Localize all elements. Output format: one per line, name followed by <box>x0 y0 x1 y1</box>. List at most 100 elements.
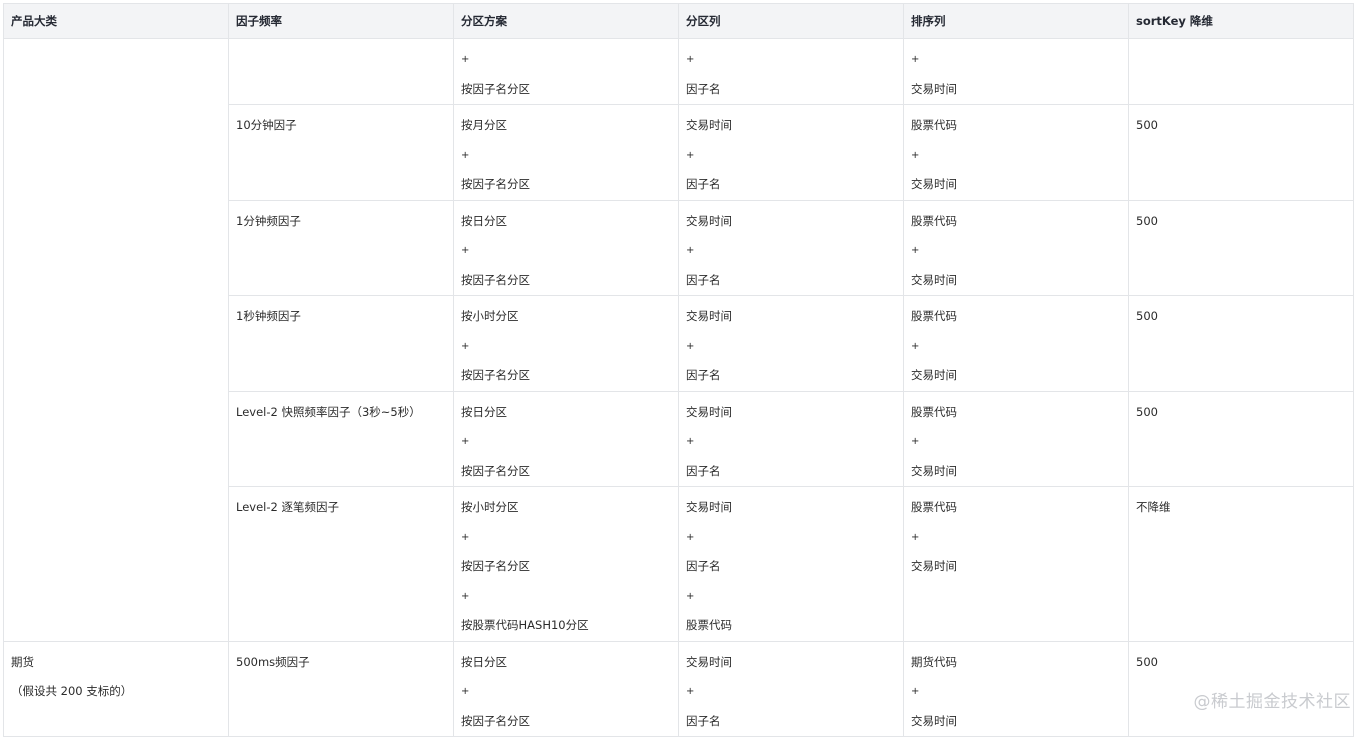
partcol-line: 因子名 <box>686 463 721 478</box>
scheme-line: 按因子名分区 <box>461 272 530 287</box>
plus-sign: + <box>461 245 470 256</box>
plus-sign: + <box>911 436 920 447</box>
sortcol-line: 交易时间 <box>911 463 957 478</box>
plus-sign: + <box>461 686 470 697</box>
freq-cell: 1秒钟频因子 <box>228 295 454 392</box>
sortcol-line: 交易时间 <box>911 177 957 191</box>
sortcol-line: 股票代码 <box>911 118 957 132</box>
plus-sign: + <box>686 590 695 602</box>
scheme-line: 按小时分区 <box>461 309 519 323</box>
scheme-cell: 按日分区 + 按因子名分区 <box>453 199 679 296</box>
sortcol-line: 交易时间 <box>911 713 957 728</box>
plus-sign: + <box>911 245 920 256</box>
plus-sign: + <box>461 149 470 161</box>
sortcol-line: 交易时间 <box>911 559 957 573</box>
sortkey-cell <box>1128 38 1354 105</box>
freq-cell: 500ms频因子 <box>228 640 454 737</box>
plus-sign: + <box>461 436 470 447</box>
partcol-line: 因子名 <box>686 368 721 382</box>
scheme-cell: 按月分区 + 按因子名分区 <box>453 104 679 201</box>
scheme-line: 按股票代码HASH10分区 <box>461 618 589 632</box>
scheme-cell: + 按因子名分区 <box>453 38 679 105</box>
partcol-cell: 交易时间 + 因子名 + 股票代码 <box>678 486 904 642</box>
sortkey-cell: 500 <box>1128 390 1354 487</box>
sortkey-cell: 500 <box>1128 295 1354 392</box>
freq-cell: Level-2 逐笔频因子 <box>228 486 454 642</box>
scheme-cell: 按日分区 + 按因子名分区 <box>453 640 679 737</box>
freq-cell: 10分钟因子 <box>228 104 454 201</box>
plus-sign: + <box>461 590 470 602</box>
plus-sign: + <box>911 149 920 161</box>
table-row: + 按因子名分区 + 因子名 + 交易时间 <box>3 38 1354 642</box>
partcol-cell: + 因子名 <box>678 38 904 105</box>
sortkey-cell: 不降维 <box>1128 486 1354 642</box>
plus-sign: + <box>686 245 695 256</box>
partcol-line: 交易时间 <box>686 118 732 132</box>
category-cell-futures: 期货 （假设共 200 支标的） <box>3 640 229 737</box>
partcol-line: 交易时间 <box>686 654 732 669</box>
plus-sign: + <box>461 340 470 352</box>
category-cell-stock <box>3 38 229 642</box>
scheme-line: 按因子名分区 <box>461 177 530 191</box>
sortcol-line: 期货代码 <box>911 654 957 669</box>
partcol-cell: 交易时间 + 因子名 <box>678 104 904 201</box>
category-note: （假设共 200 支标的） <box>11 684 133 698</box>
partcol-line: 交易时间 <box>686 404 732 419</box>
sortkey-cell: 500 <box>1128 104 1354 201</box>
partcol-line: 因子名 <box>686 81 721 96</box>
sortcol-cell: 期货代码 + 交易时间 <box>903 640 1129 737</box>
scheme-line: 按日分区 <box>461 213 507 228</box>
partcol-line: 因子名 <box>686 559 721 573</box>
factor-partition-table: 产品大类 因子频率 分区方案 分区列 排序列 sortKey 降维 + 按因子名… <box>3 3 1354 737</box>
partcol-cell: 交易时间 + 因子名 <box>678 199 904 296</box>
header-sortkey: sortKey 降维 <box>1128 3 1354 39</box>
sortcol-line: 股票代码 <box>911 500 957 514</box>
plus-sign: + <box>686 54 695 65</box>
header-scheme: 分区方案 <box>453 3 679 39</box>
sortcol-line: 交易时间 <box>911 368 957 382</box>
scheme-line: 按月分区 <box>461 118 507 132</box>
header-partition-column: 分区列 <box>678 3 904 39</box>
sortcol-line: 股票代码 <box>911 404 957 419</box>
scheme-line: 按小时分区 <box>461 500 519 514</box>
sortcol-cell: 股票代码 + 交易时间 <box>903 104 1129 201</box>
category-label: 期货 <box>11 654 34 669</box>
partcol-line: 因子名 <box>686 713 721 728</box>
scheme-line: 按因子名分区 <box>461 81 530 96</box>
sortcol-line: 交易时间 <box>911 272 957 287</box>
table-row-futures: 期货 （假设共 200 支标的） 500ms频因子 按日分区 + 按因子名分区 … <box>3 640 1354 737</box>
scheme-cell: 按小时分区 + 按因子名分区 <box>453 295 679 392</box>
plus-sign: + <box>686 436 695 447</box>
sortcol-cell: 股票代码 + 交易时间 <box>903 295 1129 392</box>
plus-sign: + <box>686 686 695 697</box>
sortcol-cell: + 交易时间 <box>903 38 1129 105</box>
scheme-line: 按因子名分区 <box>461 713 530 728</box>
sortcol-line: 交易时间 <box>911 81 957 96</box>
scheme-line: 按日分区 <box>461 654 507 669</box>
partcol-cell: 交易时间 + 因子名 <box>678 295 904 392</box>
plus-sign: + <box>461 54 470 65</box>
header-frequency: 因子频率 <box>228 3 454 39</box>
scheme-cell: 按日分区 + 按因子名分区 <box>453 390 679 487</box>
plus-sign: + <box>461 531 470 543</box>
partcol-line: 因子名 <box>686 177 721 191</box>
sortcol-cell: 股票代码 + 交易时间 <box>903 486 1129 642</box>
scheme-line: 按因子名分区 <box>461 559 530 573</box>
partcol-line: 交易时间 <box>686 213 732 228</box>
freq-cell: 1分钟频因子 <box>228 199 454 296</box>
plus-sign: + <box>911 531 920 543</box>
partcol-line: 交易时间 <box>686 309 732 323</box>
scheme-line: 按因子名分区 <box>461 368 530 382</box>
plus-sign: + <box>686 149 695 161</box>
plus-sign: + <box>911 686 920 697</box>
freq-cell: Level-2 快照频率因子（3秒~5秒） <box>228 390 454 487</box>
scheme-line: 按因子名分区 <box>461 463 530 478</box>
header-category: 产品大类 <box>3 3 229 39</box>
partcol-cell: 交易时间 + 因子名 <box>678 640 904 737</box>
scheme-cell: 按小时分区 + 按因子名分区 + 按股票代码HASH10分区 <box>453 486 679 642</box>
header-sort-column: 排序列 <box>903 3 1129 39</box>
sortcol-cell: 股票代码 + 交易时间 <box>903 199 1129 296</box>
partcol-line: 股票代码 <box>686 618 732 632</box>
table-header-row: 产品大类 因子频率 分区方案 分区列 排序列 sortKey 降维 <box>3 3 1354 39</box>
scheme-line: 按日分区 <box>461 404 507 419</box>
